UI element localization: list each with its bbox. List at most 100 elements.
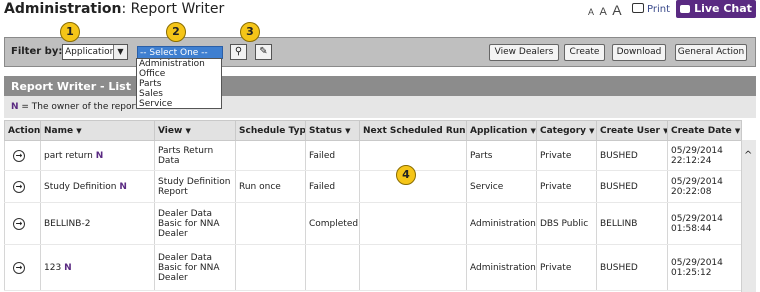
text-size-small[interactable]: A	[588, 7, 594, 17]
table-scrollbar[interactable]: ^	[741, 140, 756, 292]
column-header-category[interactable]: Category ▼	[536, 120, 597, 141]
dropdown-option[interactable]: Office	[137, 69, 221, 79]
create-date-cell: 05/29/2014 20:22:08	[667, 170, 742, 203]
arrow-right-circle-icon[interactable]: →	[13, 261, 25, 274]
table-row[interactable]: → 123 N Dealer Data Basic for NNA Dealer…	[4, 244, 742, 291]
live-chat-label: Live Chat	[694, 2, 752, 15]
report-table: Action Name ▼ View ▼ Schedule Type Statu…	[4, 120, 742, 291]
live-chat-button[interactable]: Live Chat	[676, 0, 756, 18]
column-header-label: Name	[44, 125, 74, 136]
column-header-name[interactable]: Name ▼	[40, 120, 155, 141]
column-header-view[interactable]: View ▼	[154, 120, 236, 141]
owner-marker: N	[119, 181, 127, 192]
name-cell: BELLINB-2	[40, 202, 155, 245]
column-header-create-date[interactable]: Create Date ▼	[667, 120, 742, 141]
page-title-name: : Report Writer	[121, 1, 225, 17]
next-run-cell	[359, 140, 467, 171]
view-cell: Dealer Data Basic for NNA Dealer	[154, 244, 236, 291]
column-header-next-run[interactable]: Next Scheduled Run ▼	[359, 120, 467, 141]
filter-bar: Filter by: Application ▼ -- Select One -…	[4, 37, 756, 67]
arrow-right-circle-icon[interactable]: →	[13, 180, 25, 193]
report-name: 123	[44, 262, 62, 273]
create-date-cell: 05/29/2014 22:12:24	[667, 140, 742, 171]
arrow-right-circle-icon[interactable]: →	[13, 217, 25, 230]
create-user-cell: BELLINB	[596, 202, 668, 245]
report-name: BELLINB-2	[44, 218, 91, 229]
view-cell: Parts Return Data	[154, 140, 236, 171]
report-name: Study Definition	[44, 181, 117, 192]
create-date: 05/29/2014	[671, 176, 723, 187]
sort-chevron-icon: ▼	[734, 126, 741, 135]
category-cell: DBS Public	[536, 202, 597, 245]
filter-label: Filter by:	[11, 46, 63, 57]
column-header-application[interactable]: Application ▼	[466, 120, 537, 141]
print-link[interactable]: Print	[632, 3, 670, 15]
owner-legend-text: = The owner of the report	[18, 102, 139, 112]
table-row[interactable]: → Study Definition N Study Definition Re…	[4, 170, 742, 203]
search-button[interactable]: ⚲	[230, 44, 247, 60]
clear-filter-button[interactable]: ✎	[255, 44, 272, 60]
chevron-up-icon[interactable]: ^	[744, 150, 752, 161]
callout-4: 4	[396, 165, 416, 185]
category-cell: Private	[536, 140, 597, 171]
column-header-create-user[interactable]: Create User ▼	[596, 120, 668, 141]
download-button[interactable]: Download	[612, 44, 666, 61]
filter-by-value: Application	[65, 47, 116, 57]
print-label: Print	[647, 4, 671, 15]
dropdown-option[interactable]: Administration	[137, 59, 221, 69]
sort-chevron-icon: ▼	[76, 126, 82, 135]
create-date-cell: 05/29/2014 01:25:12	[667, 244, 742, 291]
status-cell: Failed	[305, 170, 360, 203]
name-cell: Study Definition N	[40, 170, 155, 203]
column-header-schedule-type: Schedule Type	[235, 120, 306, 141]
view-dealers-button[interactable]: View Dealers	[489, 44, 559, 61]
arrow-right-circle-icon[interactable]: →	[13, 149, 25, 162]
dropdown-option[interactable]: Sales	[137, 89, 221, 99]
view-cell: Study Definition Report	[154, 170, 236, 203]
schedule-cell	[235, 202, 306, 245]
create-date: 05/29/2014	[671, 213, 723, 224]
application-cell: Parts	[466, 140, 537, 171]
sort-chevron-icon: ▼	[589, 126, 595, 135]
create-time: 20:22:08	[671, 186, 712, 197]
text-size-large[interactable]: A	[612, 2, 621, 18]
column-header-label: Category	[540, 125, 587, 136]
action-cell[interactable]: →	[4, 202, 41, 245]
name-cell: part return N	[40, 140, 155, 171]
report-name: part return	[44, 150, 93, 161]
general-action-button[interactable]: General Action	[675, 44, 747, 61]
view-cell: Dealer Data Basic for NNA Dealer	[154, 202, 236, 245]
owner-marker: N	[95, 150, 104, 161]
status-cell: Completed	[305, 202, 360, 245]
sort-chevron-icon: ▼	[663, 127, 666, 135]
column-header-label: Application	[470, 125, 528, 136]
table-row[interactable]: → BELLINB-2 Dealer Data Basic for NNA De…	[4, 202, 742, 245]
create-time: 01:58:44	[671, 223, 712, 234]
column-header-label: View	[158, 125, 183, 136]
application-cell: Administration	[466, 202, 537, 245]
page-title-section: Administration	[4, 1, 122, 17]
create-date: 05/29/2014	[671, 145, 723, 156]
text-size-medium[interactable]: A	[599, 6, 606, 18]
table-row[interactable]: → part return N Parts Return Data Failed…	[4, 140, 742, 171]
application-cell: Service	[466, 170, 537, 203]
create-time: 22:12:24	[671, 155, 712, 166]
column-header-action: Action	[4, 120, 41, 141]
action-cell[interactable]: →	[4, 140, 41, 171]
status-cell	[305, 244, 360, 291]
broom-icon: ✎	[259, 46, 268, 57]
action-cell[interactable]: →	[4, 170, 41, 203]
callout-1: 1	[60, 22, 80, 42]
dropdown-option[interactable]: Parts	[137, 79, 221, 89]
create-user-cell: BUSHED	[596, 244, 668, 291]
column-header-label: Create User	[600, 125, 660, 136]
schedule-cell	[235, 140, 306, 171]
owner-legend: N = The owner of the report	[4, 96, 756, 118]
filter-by-select[interactable]: Application ▼	[62, 44, 128, 60]
name-cell: 123 N	[40, 244, 155, 291]
column-header-status[interactable]: Status ▼	[305, 120, 360, 141]
chat-bubble-icon	[680, 5, 691, 13]
action-cell[interactable]: →	[4, 244, 41, 291]
create-button[interactable]: Create	[564, 44, 605, 61]
dropdown-option[interactable]: Service	[137, 99, 221, 109]
